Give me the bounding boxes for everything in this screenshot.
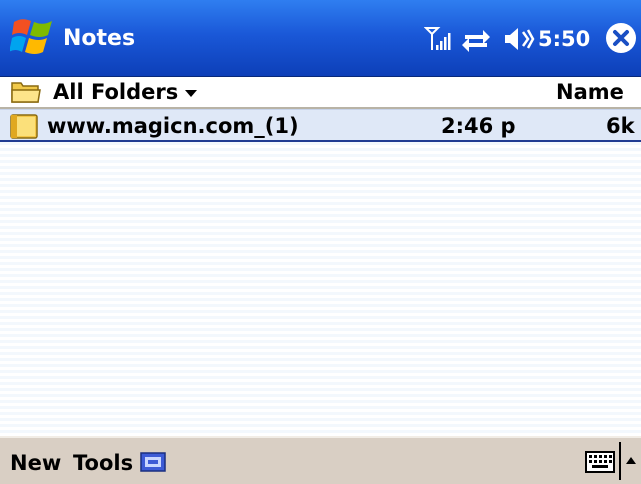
note-name: www.magicn.com_(1) bbox=[47, 114, 299, 138]
note-size: 6k bbox=[606, 114, 635, 138]
title-bar: Notes 5:50 bbox=[0, 0, 641, 77]
list-item[interactable]: www.magicn.com_(1) 2:46 p 6k bbox=[0, 109, 641, 142]
keyboard-icon[interactable] bbox=[585, 451, 615, 473]
note-icon bbox=[10, 114, 38, 139]
signal-icon[interactable] bbox=[424, 24, 452, 54]
menu-bar: New Tools bbox=[0, 436, 641, 484]
speaker-icon[interactable] bbox=[503, 24, 535, 54]
folder-bar: All Folders Name bbox=[0, 77, 641, 123]
folder-icon[interactable] bbox=[11, 79, 41, 104]
input-menu-arrow-icon[interactable] bbox=[626, 457, 636, 464]
chevron-down-icon bbox=[185, 89, 198, 97]
recorder-icon[interactable] bbox=[140, 452, 166, 472]
app-title: Notes bbox=[63, 26, 136, 51]
sort-dropdown-label: Name bbox=[556, 80, 624, 104]
windows-flag-icon[interactable] bbox=[10, 14, 56, 58]
connectivity-icon[interactable] bbox=[461, 24, 491, 54]
note-time: 2:46 p bbox=[441, 114, 516, 138]
tools-menu[interactable]: Tools bbox=[73, 450, 133, 476]
divider bbox=[619, 442, 621, 480]
folder-dropdown[interactable]: All Folders bbox=[53, 79, 198, 105]
new-button[interactable]: New bbox=[10, 450, 61, 476]
notes-list[interactable]: www.magicn.com_(1) 2:46 p 6k bbox=[0, 109, 641, 436]
clock[interactable]: 5:50 bbox=[538, 26, 590, 52]
folder-dropdown-label: All Folders bbox=[53, 80, 179, 104]
close-icon[interactable] bbox=[605, 22, 637, 54]
